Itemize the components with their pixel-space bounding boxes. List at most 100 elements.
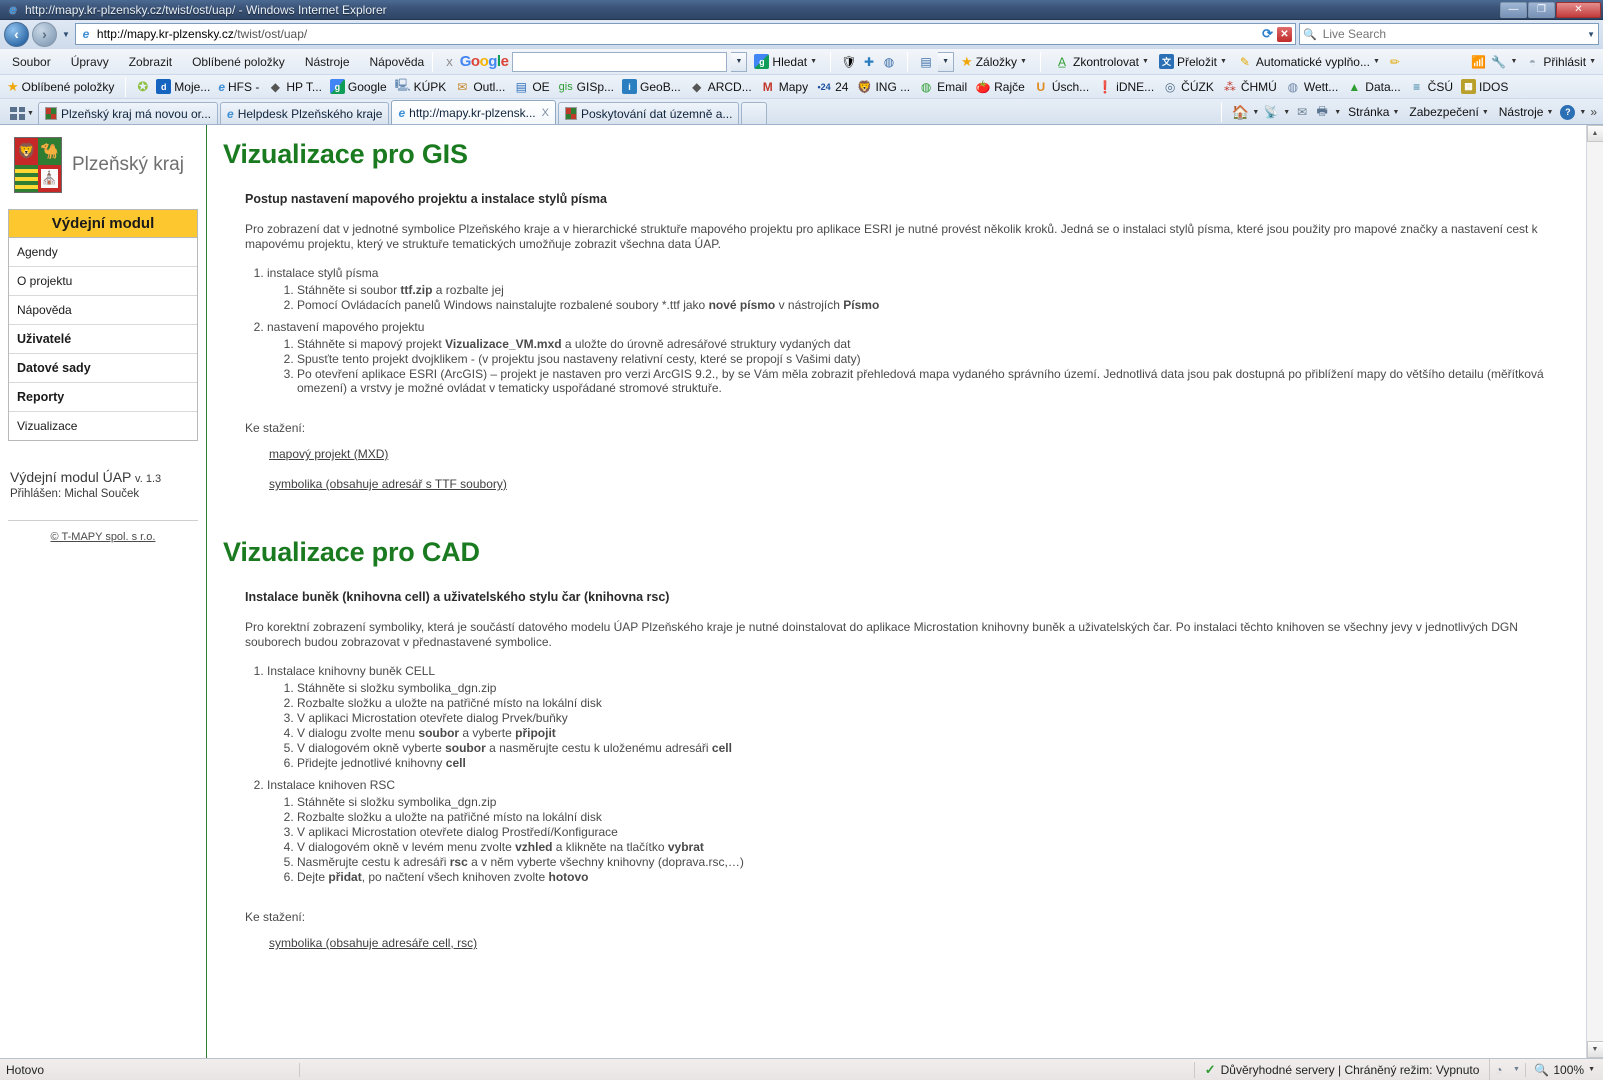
link-item[interactable]: ▤ OE xyxy=(510,78,552,96)
link-item[interactable]: g Google xyxy=(327,78,390,95)
link-item[interactable]: ▲ Data... xyxy=(1343,78,1403,96)
add-to-favorites-button[interactable]: ✪ xyxy=(134,79,151,94)
sidebar-item-datove-sady[interactable]: Datové sady xyxy=(9,354,197,383)
bookmarks-sync-icon[interactable]: 🛡 xyxy=(841,54,857,70)
search-provider-dropdown-icon[interactable]: ▼ xyxy=(1587,30,1595,39)
link-item[interactable]: i GeoB... xyxy=(619,78,684,95)
sidebar-item-vizualizace[interactable]: Vizualizace xyxy=(9,412,197,440)
rss-icon[interactable]: 📡 xyxy=(1263,104,1279,120)
forward-button[interactable]: › xyxy=(32,21,57,47)
highlight-dropdown-icon[interactable]: ▼ xyxy=(938,51,955,72)
sidebar-item-uzivatele[interactable]: Uživatelé xyxy=(9,325,197,354)
link-item[interactable]: ◆ HP T... xyxy=(264,78,325,96)
menu-oblibene-polozky[interactable]: Oblíbené položky xyxy=(190,53,287,71)
close-toolbar-icon[interactable]: x xyxy=(443,54,456,69)
link-item[interactable]: ◍ Email xyxy=(915,78,970,96)
google-search-history-icon[interactable]: ▼ xyxy=(731,51,748,72)
link-item[interactable]: ≡ ČSÚ xyxy=(1406,78,1456,96)
link-item[interactable]: ✉ Outl... xyxy=(451,78,508,96)
close-tab-icon[interactable]: X xyxy=(542,107,549,119)
security-zone[interactable]: ✓ Důvěryhodné servery | Chráněný režim: … xyxy=(1193,1061,1490,1078)
link-item[interactable]: ⁂ ČHMÚ xyxy=(1219,78,1280,96)
link-item[interactable]: M Mapy xyxy=(757,78,811,96)
chevron-down-icon[interactable]: ▼ xyxy=(1579,109,1586,116)
page-menu-button[interactable]: Stránka ▼ xyxy=(1345,104,1402,120)
google-query-field[interactable] xyxy=(513,54,727,69)
link-item[interactable]: ◆ ARCD... xyxy=(686,78,755,96)
link-item[interactable]: ◎ ČÚZK xyxy=(1159,78,1217,96)
link-item[interactable]: ◍ Wett... xyxy=(1282,78,1341,96)
menu-nastroje[interactable]: Nástroje xyxy=(303,53,352,71)
google-autofill-button[interactable]: ✎ Automatické vyplňo... ▼ xyxy=(1234,53,1383,71)
globe-icon[interactable]: ◍ xyxy=(881,54,897,70)
close-button[interactable]: ✕ xyxy=(1556,1,1601,18)
download-link-cell-rsc[interactable]: symbolika (obsahuje adresáře cell, rsc) xyxy=(269,936,1570,950)
scroll-up-icon[interactable]: ▲ xyxy=(1586,125,1603,142)
tools-menu-button[interactable]: Nástroje ▼ xyxy=(1496,104,1557,120)
link-item[interactable]: 🖳 KÚPK xyxy=(392,78,450,96)
page-scrollbar[interactable]: ▲ ▼ xyxy=(1586,125,1603,1058)
tab-helpdesk[interactable]: e Helpdesk Plzeňského kraje xyxy=(220,102,390,124)
help-icon[interactable]: ? xyxy=(1560,104,1576,120)
minimize-button[interactable]: — xyxy=(1500,1,1527,18)
quick-tabs-button[interactable]: ▼ xyxy=(6,102,38,124)
link-item[interactable]: ❗ iDNE... xyxy=(1094,78,1157,96)
google-hledat-button[interactable]: g Hledat ▼ xyxy=(751,53,820,70)
scrollbar-track[interactable] xyxy=(1586,142,1603,1041)
google-prelozit-button[interactable]: 文 Přeložit ▼ xyxy=(1156,53,1230,70)
link-item[interactable]: 🍅 Rajče xyxy=(972,78,1028,96)
new-tab-button[interactable] xyxy=(741,102,768,124)
tab-list-dropdown-icon[interactable]: ▼ xyxy=(27,110,34,117)
google-prihlasit-button[interactable]: ◓ Přihlásit ▼ xyxy=(1521,53,1599,71)
chevron-down-icon[interactable]: ▼ xyxy=(1588,1066,1595,1073)
favorites-button[interactable]: ★ Oblíbené položky xyxy=(4,79,117,95)
chevron-down-icon[interactable]: ▼ xyxy=(1510,58,1517,65)
sidebar-item-o-projektu[interactable]: O projektu xyxy=(9,267,197,296)
menu-zobrazit[interactable]: Zobrazit xyxy=(127,53,174,71)
link-item[interactable]: d Moje... xyxy=(153,78,213,95)
wifi-icon[interactable]: 📶 xyxy=(1470,54,1486,70)
download-link-mxd[interactable]: mapový projekt (MXD) xyxy=(269,447,1570,461)
link-item[interactable]: e HFS - xyxy=(215,79,262,95)
link-item[interactable]: gis GISp... xyxy=(555,78,617,96)
google-zkontrolovat-button[interactable]: A̲ Zkontrolovat ▼ xyxy=(1051,53,1152,71)
search-input[interactable] xyxy=(1320,26,1584,42)
google-search-input[interactable] xyxy=(512,51,728,72)
url-input[interactable]: e http://mapy.kr-plzensky.cz/twist/ost/u… xyxy=(74,23,1296,45)
privacy-dropdown-icon[interactable]: ▼ xyxy=(1507,1066,1525,1073)
google-zalozky-button[interactable]: ★ Záložky ▼ xyxy=(958,54,1030,70)
overflow-icon[interactable]: » xyxy=(1590,105,1597,119)
chevron-down-icon[interactable]: ▼ xyxy=(1283,109,1290,116)
tab-plzensky-kraj[interactable]: Plzeňský kraj má novou or... xyxy=(37,102,219,124)
sidebar-item-napoveda[interactable]: Nápověda xyxy=(9,296,197,325)
link-item[interactable]: •24 24 xyxy=(813,78,851,96)
chevron-down-icon[interactable]: ▼ xyxy=(1252,109,1259,116)
highlight-icon[interactable]: ▤ xyxy=(918,54,934,70)
mail-icon[interactable]: ✉ xyxy=(1294,104,1310,120)
recent-pages-dropdown-icon[interactable]: ▼ xyxy=(60,30,72,39)
pencil-tool-icon[interactable]: ✏ xyxy=(1387,54,1403,70)
back-button[interactable]: ‹ xyxy=(4,21,29,47)
maximize-button[interactable]: ❐ xyxy=(1528,1,1555,18)
zoom-control[interactable]: 🔍 100% ▼ xyxy=(1525,1062,1603,1077)
vendor-link[interactable]: © T-MAPY spol. s r.o. xyxy=(51,531,156,543)
chevron-down-icon[interactable]: ▼ xyxy=(1334,109,1341,116)
link-item[interactable]: 🦁 ING ... xyxy=(853,78,913,96)
privacy-icon[interactable]: ◔ xyxy=(1489,1059,1507,1080)
security-menu-button[interactable]: Zabezpečení ▼ xyxy=(1406,104,1491,120)
link-item[interactable]: U Úsch... xyxy=(1030,78,1092,96)
sidebar-item-reporty[interactable]: Reporty xyxy=(9,383,197,412)
scroll-down-icon[interactable]: ▼ xyxy=(1586,1041,1603,1058)
menu-upravy[interactable]: Úpravy xyxy=(69,53,111,71)
share-icon[interactable]: ✚ xyxy=(861,54,877,70)
stop-icon[interactable]: ✕ xyxy=(1277,26,1292,42)
download-link-ttf[interactable]: symbolika (obsahuje adresář s TTF soubor… xyxy=(269,477,1570,491)
print-icon[interactable]: 🖶 xyxy=(1314,104,1330,120)
tab-poskytovani-dat[interactable]: Poskytování dat územně a... xyxy=(557,102,740,124)
sidebar-item-agendy[interactable]: Agendy xyxy=(9,238,197,267)
refresh-icon[interactable]: ⟳ xyxy=(1262,26,1273,42)
live-search-box[interactable]: 🔍 ▼ xyxy=(1299,23,1599,45)
menu-soubor[interactable]: Soubor xyxy=(10,53,53,71)
link-item[interactable]: ▦ IDOS xyxy=(1458,78,1511,95)
menu-napoveda[interactable]: Nápověda xyxy=(368,53,427,71)
